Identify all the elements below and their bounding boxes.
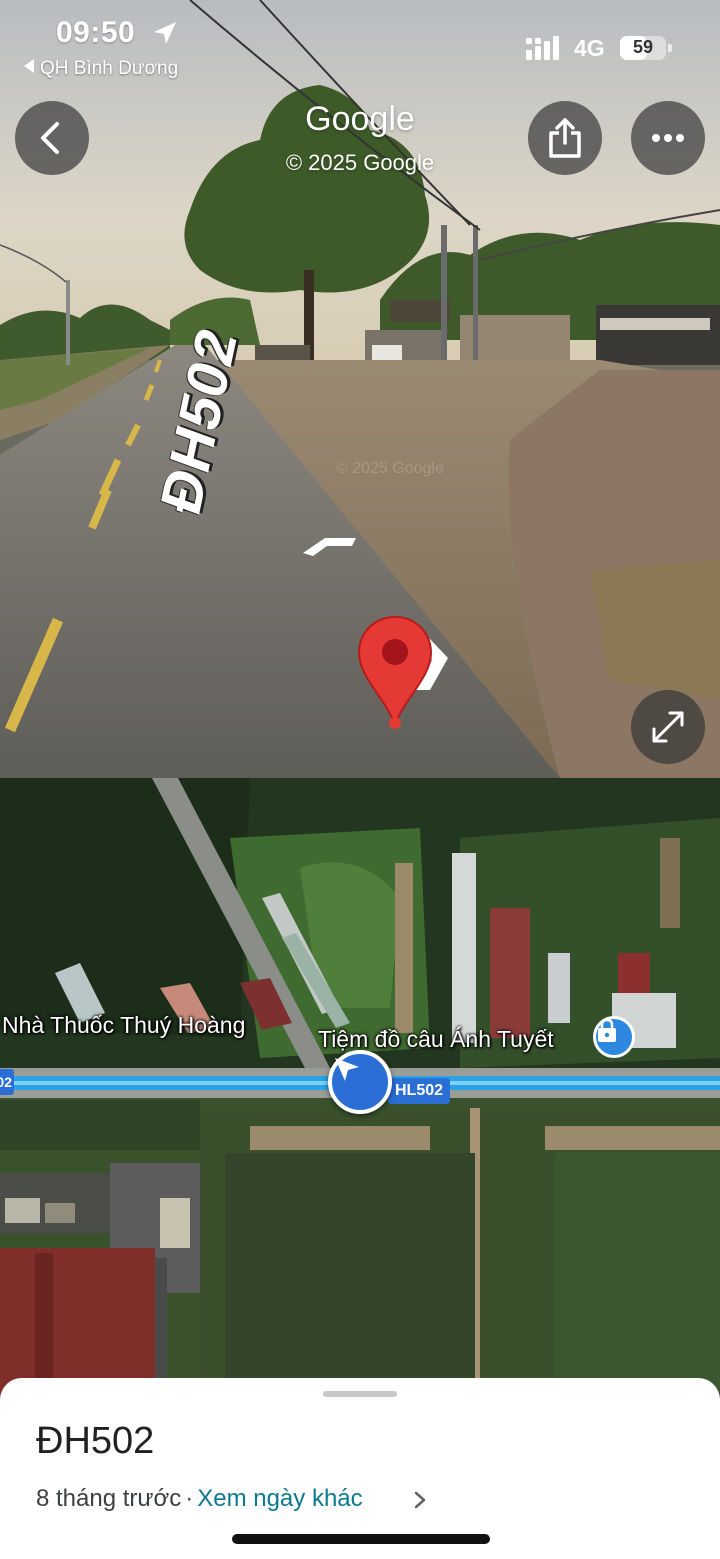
capture-age: 8 tháng trước: [36, 1485, 182, 1512]
back-icon: [41, 122, 59, 154]
map-pin-icon: [357, 615, 433, 729]
more-options-button[interactable]: [631, 101, 705, 175]
street-view-watermark: © 2025 Google: [336, 460, 444, 477]
status-time: 09:50: [56, 16, 136, 49]
battery-indicator: 59: [620, 36, 672, 60]
navigation-arrow-icon[interactable]: [328, 1050, 392, 1114]
see-other-dates-link[interactable]: Xem ngày khác: [197, 1485, 362, 1512]
share-button[interactable]: [528, 101, 602, 175]
back-app-label: QH Bình Dương: [40, 58, 179, 79]
shop-icon[interactable]: [593, 1016, 635, 1058]
back-triangle-icon: [24, 59, 34, 73]
sheet-grabber[interactable]: [323, 1391, 397, 1397]
bottom-sheet[interactable]: ĐH502 8 tháng trước · Xem ngày khác: [0, 1378, 720, 1559]
copyright-text: © 2025 Google: [285, 150, 435, 175]
more-icon: [652, 134, 684, 142]
route-badge: HL502: [388, 1078, 451, 1104]
place-label[interactable]: Tiệm đồ câu Ánh Tuyết: [318, 1026, 554, 1053]
network-type: 4G: [574, 35, 605, 61]
expand-icon: [652, 711, 684, 743]
sheet-subtitle: 8 tháng trước · Xem ngày khác: [36, 1485, 363, 1513]
status-bar: 09:50 QH Bình Dương 4G 59: [0, 0, 720, 90]
expand-button[interactable]: [631, 690, 705, 764]
chevron-right-icon[interactable]: [412, 1490, 428, 1510]
street-view-panorama[interactable]: © 2025 Google ĐH502 09:50 QH Bình Dương …: [0, 0, 720, 778]
place-label[interactable]: Nhà Thuốc Thuý Hoàng: [2, 1012, 245, 1039]
back-button[interactable]: [15, 101, 89, 175]
share-icon: [549, 118, 581, 158]
sheet-title: ĐH502: [36, 1420, 155, 1462]
satellite-map[interactable]: Nhà Thuốc Thuý Hoàng Tiệm đồ câu Ánh Tuy…: [0, 778, 720, 1398]
separator: ·: [185, 1485, 194, 1512]
battery-percent: 59: [632, 37, 654, 57]
home-indicator[interactable]: [232, 1534, 490, 1544]
location-arrow-icon: [154, 22, 176, 44]
signal-icon: [526, 36, 559, 60]
back-to-app-link[interactable]: QH Bình Dương: [24, 58, 178, 80]
route-badge: 02: [0, 1069, 14, 1095]
provider-logo: Google: [305, 100, 415, 138]
